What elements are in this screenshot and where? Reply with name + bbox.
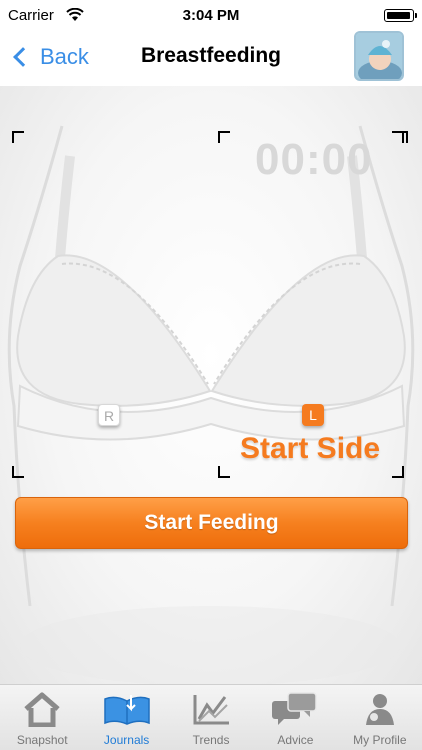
tab-label: Advice xyxy=(277,733,314,747)
house-icon xyxy=(24,692,60,727)
tab-journals[interactable]: Journals xyxy=(84,685,168,750)
selection-bracket xyxy=(392,466,404,478)
tab-label: Journals xyxy=(103,733,150,747)
corner-bracket xyxy=(12,466,24,478)
left-side-button[interactable]: L xyxy=(302,404,324,426)
selection-bracket xyxy=(218,466,230,478)
baby-avatar[interactable] xyxy=(354,31,404,81)
tab-my-profile[interactable]: My Profile xyxy=(338,685,422,750)
tab-bar: Snapshot Journals Trends Advice My Profi… xyxy=(0,684,422,750)
battery-icon xyxy=(384,9,417,22)
status-time: 3:04 PM xyxy=(182,7,240,24)
selection-bracket xyxy=(392,131,404,143)
start-side-label: Start Side xyxy=(240,432,381,465)
feeding-timer: 00:00 xyxy=(255,135,373,184)
profile-icon xyxy=(365,694,394,725)
baby-photo-icon xyxy=(356,33,402,79)
journal-icon xyxy=(103,695,150,725)
tab-trends[interactable]: Trends xyxy=(169,685,253,750)
tab-advice[interactable]: Advice xyxy=(253,685,337,750)
trend-chart-icon xyxy=(193,695,230,725)
status-bar: Carrier 3:04 PM xyxy=(0,0,422,30)
navigation-bar: Back Breastfeeding xyxy=(0,30,422,86)
start-feeding-button[interactable]: Start Feeding xyxy=(15,497,408,549)
tab-label: Trends xyxy=(192,733,230,747)
tab-label: Snapshot xyxy=(16,733,68,747)
right-side-button[interactable]: R xyxy=(98,404,120,426)
breastfeeding-panel: 00:00 R L Start Side Start Feeding xyxy=(0,86,422,684)
chat-bubbles-icon xyxy=(272,692,318,725)
selection-bracket xyxy=(218,131,230,143)
tab-label: My Profile xyxy=(353,733,407,747)
corner-bracket xyxy=(12,131,24,143)
tab-snapshot[interactable]: Snapshot xyxy=(0,685,84,750)
